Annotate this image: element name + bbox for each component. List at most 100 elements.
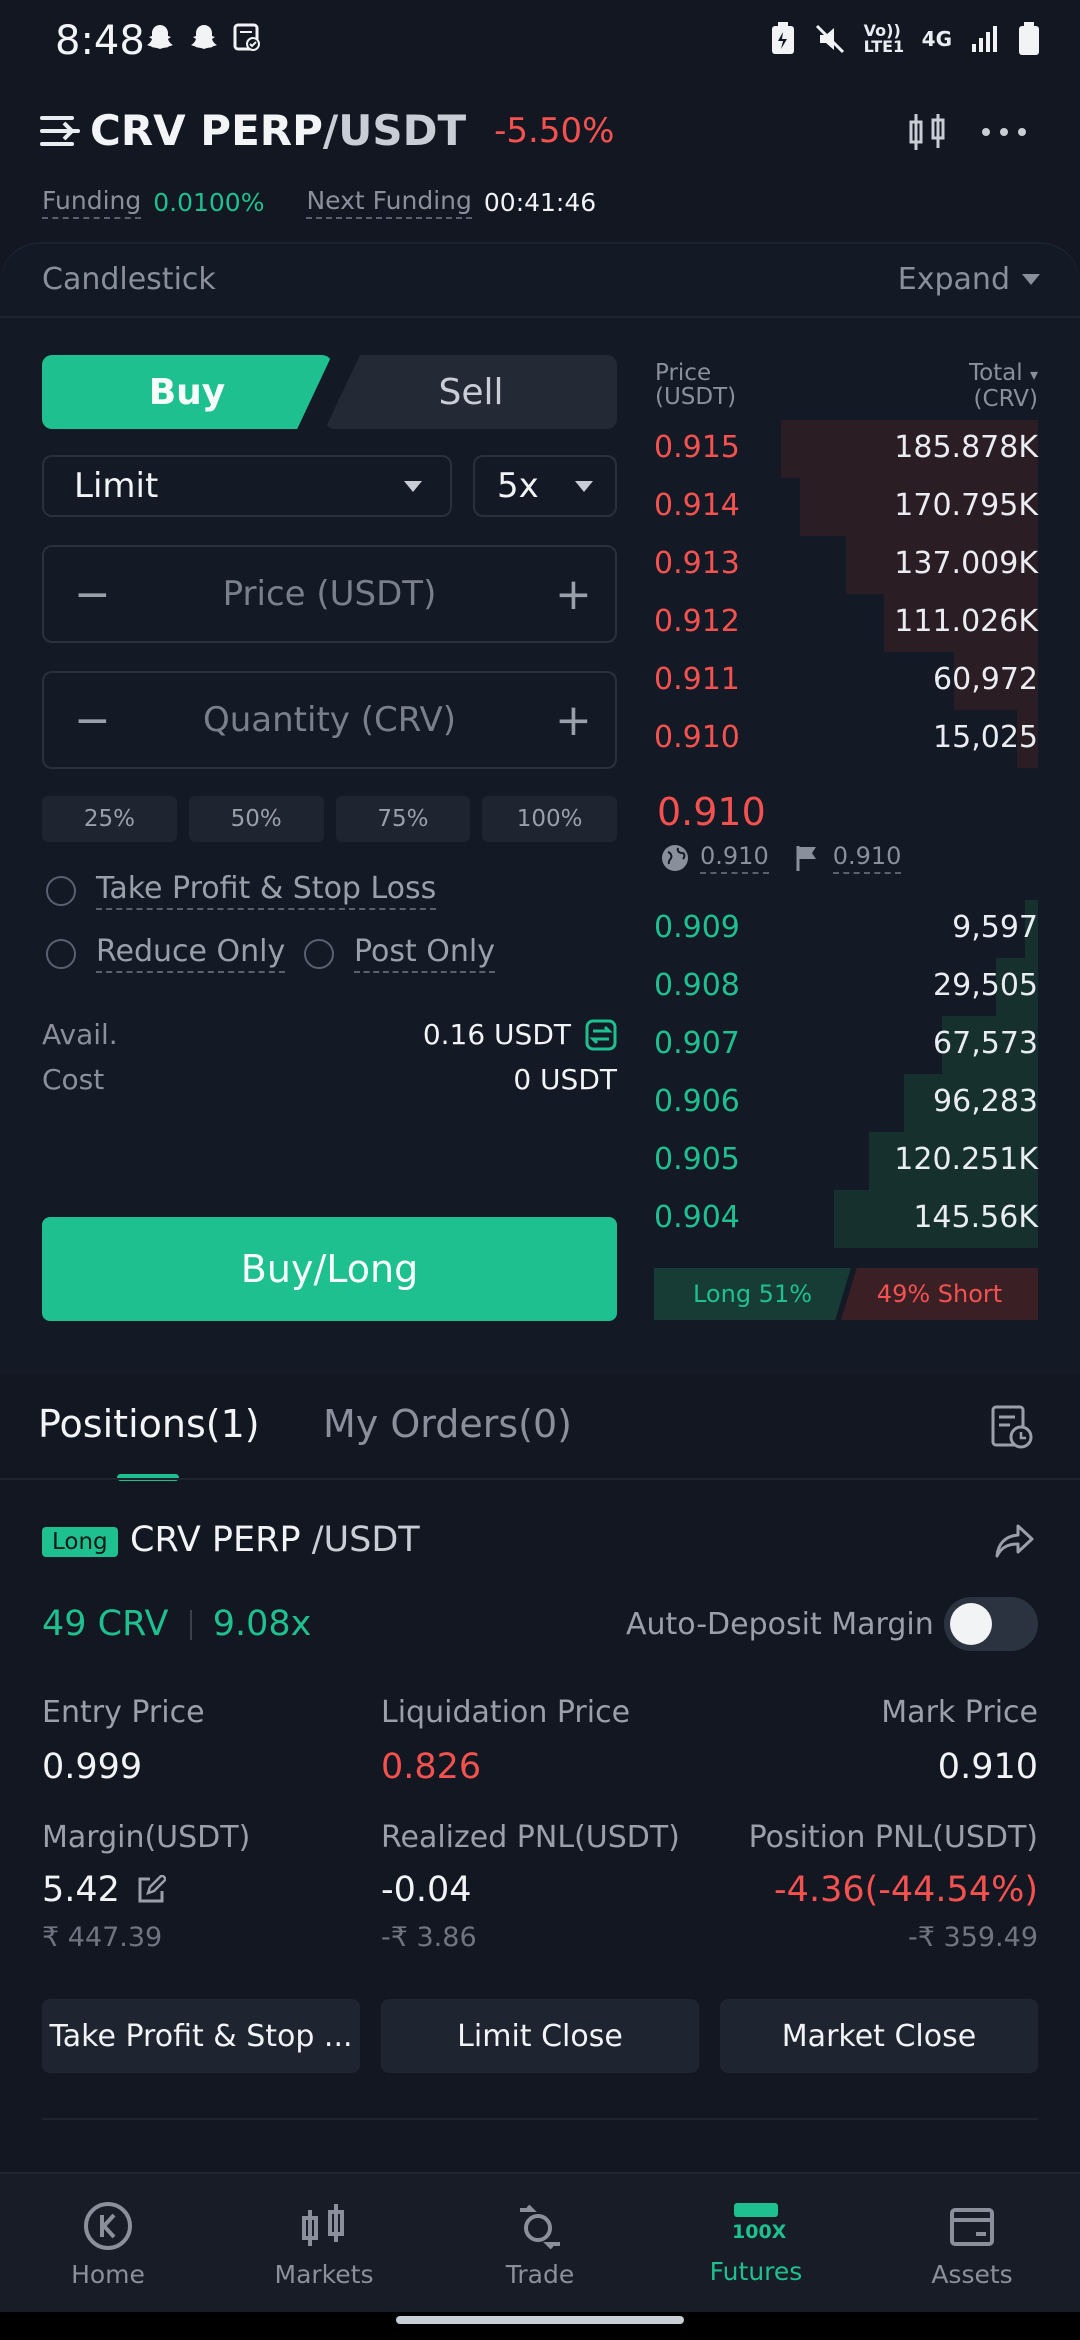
position-pair[interactable]: CRV PERP /USDT bbox=[130, 1520, 420, 1560]
buy-tab[interactable]: Buy bbox=[42, 355, 332, 429]
buy-long-button[interactable]: Buy/Long bbox=[42, 1217, 617, 1321]
position-pair-base: CRV PERP bbox=[130, 1520, 301, 1560]
bid-total: 96,283 bbox=[933, 1084, 1038, 1119]
minus-icon[interactable]: − bbox=[74, 569, 111, 620]
gesture-handle[interactable] bbox=[396, 2316, 684, 2324]
pct-50-button[interactable]: 50% bbox=[188, 796, 324, 842]
quantity-input[interactable]: − Quantity (CRV) + bbox=[42, 671, 617, 769]
share-icon[interactable] bbox=[994, 1522, 1036, 1564]
pct-25-button[interactable]: 25% bbox=[42, 796, 177, 842]
long-badge: Long bbox=[42, 1527, 118, 1557]
ask-row[interactable]: 0.915 185.878K bbox=[654, 420, 1038, 478]
sell-tab[interactable]: Sell bbox=[325, 355, 617, 429]
ask-row[interactable]: 0.911 60,972 bbox=[654, 652, 1038, 710]
minus-icon[interactable]: − bbox=[74, 695, 111, 746]
pct-100-button[interactable]: 100% bbox=[482, 796, 617, 842]
globe-icon bbox=[662, 845, 688, 871]
calendar-check-icon bbox=[233, 23, 260, 51]
bottom-nav: Home Markets Trade 100X Futures Assets bbox=[0, 2172, 1080, 2314]
expand-label: Expand bbox=[897, 262, 1010, 297]
liq-price-label: Liquidation Price bbox=[381, 1695, 631, 1730]
ask-total: 170.795K bbox=[894, 488, 1038, 523]
nav-assets-label: Assets bbox=[931, 2259, 1013, 2289]
long-short-ratio: Long 51% 49% Short bbox=[654, 1268, 1038, 1320]
index-price[interactable]: 0.910 bbox=[700, 842, 769, 874]
nav-trade[interactable]: Trade bbox=[432, 2174, 648, 2314]
nav-futures[interactable]: 100X Futures bbox=[648, 2174, 864, 2314]
status-time: 8:48 bbox=[55, 18, 145, 64]
position-leverage: 9.08x bbox=[212, 1604, 312, 1644]
position-pair-quote: /USDT bbox=[300, 1520, 420, 1560]
bid-row[interactable]: 0.904 145.56K bbox=[654, 1190, 1038, 1248]
nav-assets[interactable]: Assets bbox=[864, 2174, 1080, 2314]
menu-icon[interactable] bbox=[40, 114, 80, 148]
order-history-icon[interactable] bbox=[990, 1404, 1034, 1454]
market-close-button[interactable]: Market Close bbox=[720, 1999, 1038, 2073]
position-pnl-inr: -₹ 359.49 bbox=[908, 1922, 1038, 1953]
auto-deposit-toggle[interactable] bbox=[944, 1597, 1038, 1651]
leverage-select[interactable]: 5x bbox=[473, 455, 617, 517]
bid-row[interactable]: 0.905 120.251K bbox=[654, 1132, 1038, 1190]
margin-label: Margin(USDT) bbox=[42, 1820, 251, 1855]
nav-markets[interactable]: Markets bbox=[216, 2174, 432, 2314]
short-ratio: 49% Short bbox=[841, 1268, 1038, 1320]
tab-my-orders[interactable]: My Orders(0) bbox=[323, 1402, 572, 1446]
ob-total-header[interactable]: Total ▾ (CRV) bbox=[969, 361, 1038, 411]
nav-home[interactable]: Home bbox=[0, 2174, 216, 2314]
pct-75-button[interactable]: 75% bbox=[335, 796, 471, 842]
pair-base[interactable]: CRV PERP bbox=[90, 106, 323, 155]
cost-value: 0 USDT bbox=[513, 1063, 617, 1096]
tp-sl-button[interactable]: Take Profit & Stop ... bbox=[42, 1999, 360, 2073]
transfer-icon[interactable] bbox=[585, 1019, 617, 1051]
avail-label: Avail. bbox=[42, 1018, 118, 1051]
reduce-only-label: Reduce Only bbox=[96, 934, 286, 973]
ask-row[interactable]: 0.914 170.795K bbox=[654, 478, 1038, 536]
position-size: 49 CRV bbox=[42, 1604, 169, 1644]
next-funding-label[interactable]: Next Funding bbox=[306, 186, 472, 219]
reduce-only-option[interactable]: Reduce Only bbox=[46, 934, 286, 973]
tp-sl-radio[interactable] bbox=[46, 875, 76, 906]
bid-total: 67,573 bbox=[933, 1026, 1038, 1061]
mark-price-label: Mark Price bbox=[881, 1695, 1038, 1730]
bid-row[interactable]: 0.906 96,283 bbox=[654, 1074, 1038, 1132]
bid-row[interactable]: 0.909 9,597 bbox=[654, 900, 1038, 958]
ask-row[interactable]: 0.913 137.009K bbox=[654, 536, 1038, 594]
ask-row[interactable]: 0.912 111.026K bbox=[654, 594, 1038, 652]
edit-icon[interactable] bbox=[136, 1875, 166, 1905]
plus-icon[interactable]: + bbox=[555, 695, 592, 746]
ob-price-header: Price (USDT) bbox=[655, 361, 736, 409]
post-only-radio[interactable] bbox=[304, 938, 334, 969]
ask-row[interactable]: 0.910 15,025 bbox=[654, 710, 1038, 768]
chart-toggle-icon[interactable] bbox=[905, 110, 949, 158]
post-only-option[interactable]: Post Only bbox=[304, 934, 496, 973]
candlestick-toggle[interactable]: Candlestick bbox=[42, 262, 216, 297]
funding-label[interactable]: Funding bbox=[42, 186, 142, 219]
tab-positions[interactable]: Positions(1) bbox=[38, 1402, 260, 1446]
bid-row[interactable]: 0.907 67,573 bbox=[654, 1016, 1038, 1074]
plus-icon[interactable]: + bbox=[555, 569, 592, 620]
post-only-label: Post Only bbox=[354, 934, 496, 973]
home-logo-icon bbox=[84, 2201, 132, 2250]
price-input[interactable]: − Price (USDT) + bbox=[42, 545, 617, 643]
mark-price-value: 0.910 bbox=[937, 1747, 1038, 1787]
percent-buttons: 25% 50% 75% 100% bbox=[42, 796, 617, 842]
status-left-icons bbox=[144, 22, 262, 54]
caret-down-icon: ▾ bbox=[1029, 365, 1038, 384]
bid-row[interactable]: 0.908 29,505 bbox=[654, 958, 1038, 1016]
tp-sl-option[interactable]: Take Profit & Stop Loss bbox=[46, 871, 437, 910]
bid-total: 29,505 bbox=[933, 968, 1038, 1003]
position-size-row: 49 CRV 9.08x bbox=[42, 1604, 311, 1644]
battery-icon bbox=[1019, 22, 1039, 55]
limit-close-button[interactable]: Limit Close bbox=[381, 1999, 699, 2073]
mark-price[interactable]: 0.910 bbox=[832, 842, 902, 874]
mute-icon bbox=[815, 24, 844, 54]
expand-button[interactable]: Expand bbox=[898, 262, 1040, 297]
pair-quote[interactable]: /USDT bbox=[323, 106, 466, 155]
order-type-select[interactable]: Limit bbox=[42, 455, 452, 517]
price-change: -5.50% bbox=[494, 110, 615, 151]
funding-value: 0.0100% bbox=[153, 188, 265, 217]
more-icon[interactable] bbox=[982, 128, 1026, 136]
reduce-only-radio[interactable] bbox=[46, 938, 76, 969]
ask-total: 15,025 bbox=[933, 720, 1038, 755]
ask-price: 0.915 bbox=[654, 430, 740, 465]
